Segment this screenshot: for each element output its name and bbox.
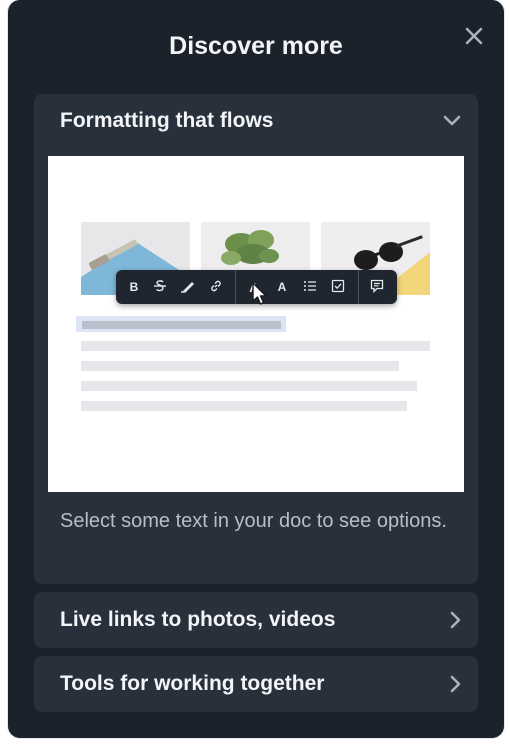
text-style-label-small: A bbox=[277, 280, 287, 294]
feature-preview-image: B A bbox=[48, 156, 464, 492]
comment-icon bbox=[370, 279, 384, 296]
panel-title: Discover more bbox=[169, 32, 343, 60]
card-description: Select some text in your doc to see opti… bbox=[60, 510, 447, 532]
card-live-links[interactable]: Live links to photos, videos bbox=[34, 592, 478, 648]
chevron-down-icon bbox=[442, 114, 462, 128]
highlight-button[interactable] bbox=[176, 270, 200, 304]
highlighter-icon bbox=[180, 279, 196, 296]
card-tools-working-together[interactable]: Tools for working together bbox=[34, 656, 478, 712]
close-button[interactable] bbox=[464, 26, 484, 46]
text-style-small-button[interactable]: A bbox=[270, 270, 294, 304]
toolbar-divider bbox=[235, 270, 236, 304]
link-button[interactable] bbox=[204, 270, 228, 304]
close-icon bbox=[464, 26, 484, 46]
chevron-right-icon bbox=[448, 674, 462, 694]
card-title: Tools for working together bbox=[60, 672, 325, 695]
bullet-list-icon bbox=[303, 279, 317, 296]
bullet-list-button[interactable] bbox=[298, 270, 322, 304]
placeholder-text-line bbox=[81, 401, 407, 411]
card-header-live-links[interactable]: Live links to photos, videos bbox=[60, 605, 462, 635]
bold-button[interactable]: B bbox=[122, 270, 146, 304]
checklist-button[interactable] bbox=[326, 270, 350, 304]
comment-button[interactable] bbox=[365, 270, 389, 304]
strikethrough-button[interactable] bbox=[148, 270, 172, 304]
mouse-cursor-icon bbox=[252, 282, 268, 313]
placeholder-text-line bbox=[81, 381, 417, 391]
selected-text-line bbox=[82, 321, 281, 329]
placeholder-text-line bbox=[81, 341, 430, 351]
strikethrough-icon bbox=[153, 279, 167, 296]
card-header-tools[interactable]: Tools for working together bbox=[60, 669, 462, 699]
card-header-formatting[interactable]: Formatting that flows bbox=[60, 106, 462, 136]
bold-label: B bbox=[129, 280, 139, 294]
placeholder-text-line bbox=[81, 361, 399, 371]
link-icon bbox=[209, 279, 223, 296]
discover-more-panel: Discover more Formatting that flows B A … bbox=[8, 0, 504, 738]
checkbox-icon bbox=[331, 279, 345, 296]
card-formatting-that-flows: Formatting that flows B A Select some te… bbox=[34, 94, 478, 584]
chevron-right-icon bbox=[448, 610, 462, 630]
toolbar-divider bbox=[358, 270, 359, 304]
card-title: Live links to photos, videos bbox=[60, 608, 336, 631]
card-title: Formatting that flows bbox=[60, 109, 274, 132]
